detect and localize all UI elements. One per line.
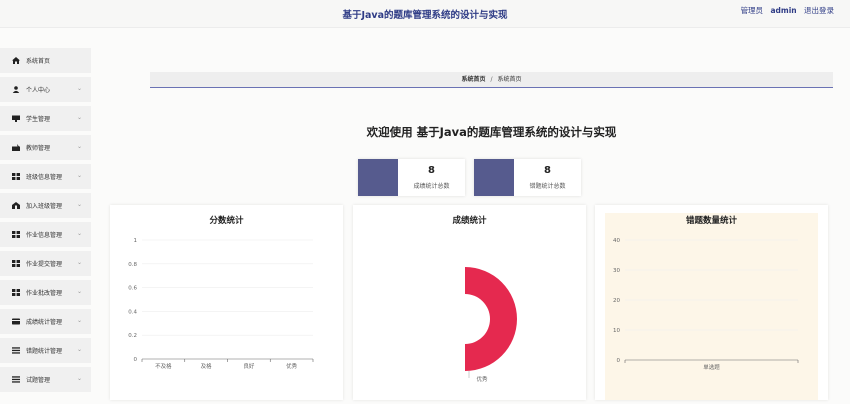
grade-pie-chart: 优秀 [465,267,517,383]
y-tick-label: 0.8 [128,262,137,268]
sidebar-item-label: 系统首页 [26,58,51,65]
stat-label: 成绩统计总数 [413,183,450,190]
chevron-down-icon[interactable]: ⌄ [77,172,82,179]
sidebar-item[interactable]: 加入班级管理 ⌄ [0,193,91,218]
y-tick-label: 30 [613,268,620,274]
chart-title: 错题数量统计 [685,216,737,226]
welcome-heading: 欢迎使用 基于Java的题库管理系统的设计与实现 [366,125,617,139]
chevron-down-icon[interactable]: ⌄ [77,346,82,353]
y-tick-label: 0.2 [128,333,137,339]
home-icon [12,57,20,64]
teacher-icon [12,144,20,151]
sidebar-item[interactable]: 作业信息管理 ⌄ [0,222,91,247]
stat-label: 错题统计总数 [529,183,566,190]
y-tick-label: 0 [134,357,138,363]
sidebar-item[interactable]: 班级信息管理 ⌄ [0,164,91,189]
sidebar-item-label: 加入班级管理 [26,203,63,210]
breadcrumb: 系统首页 / 系统首页 [150,72,833,88]
chevron-down-icon[interactable]: ⌄ [77,375,82,382]
sidebar-item[interactable]: 教师管理 ⌄ [0,135,91,160]
x-tick-label: 单选题 [703,363,720,371]
stat-color-block [474,159,514,196]
grid-icon [12,289,20,296]
stat-value: 8 [544,165,551,176]
sidebar-item-label: 错题统计管理 [26,348,63,355]
sidebar-item[interactable]: 学生管理 ⌄ [0,106,91,131]
x-tick-label: 不及格 [155,362,172,370]
username-label: admin [770,6,797,15]
score-bar-chart: 0 0.2 0.4 0.6 0.8 1 不及格 及格 良好 优秀 [128,238,314,370]
grid-icon [12,260,20,267]
sidebar-item-label: 试题管理 [26,377,51,384]
card-icon [12,318,20,325]
chevron-down-icon[interactable]: ⌄ [77,143,82,150]
grid-icon [12,173,20,180]
sidebar-item-label: 成绩统计管理 [26,319,63,326]
sidebar: 系统首页个人中心 ⌄ 学生管理 ⌄ 教师管理 ⌄ 班级信息管理 ⌄ 加入班级管理 ⌄ 作业信息管理 ⌄… [0,48,91,396]
y-tick-label: 0.4 [128,309,137,315]
sidebar-item[interactable]: 作业批改管理 ⌄ [0,280,91,305]
stat-card-wrong-total: 8 错题统计总数 [474,159,581,196]
sidebar-item[interactable]: 作业提交管理 ⌄ [0,251,91,276]
join-icon [12,202,20,209]
breadcrumb-current: 系统首页 [497,76,522,83]
grid-icon [12,231,20,238]
score-chart-card: 分数统计 0 0.2 0.4 0.6 0.8 1 不及格 及格 良好 优秀 [110,205,343,400]
student-icon [12,115,20,122]
sidebar-item[interactable]: 错题统计管理 ⌄ [0,338,91,363]
breadcrumb-separator: / [490,76,493,83]
sidebar-item-label: 作业提交管理 [26,261,63,268]
y-tick-label: 1 [134,238,138,244]
chevron-down-icon[interactable]: ⌄ [77,114,82,121]
user-area: 管理员 admin 退出登录 [736,5,834,16]
chevron-down-icon[interactable]: ⌄ [77,259,82,266]
sidebar-item[interactable]: 系统首页 [0,48,91,73]
chevron-down-icon[interactable]: ⌄ [77,201,82,208]
chevron-down-icon[interactable]: ⌄ [77,85,82,92]
sidebar-item-label: 作业信息管理 [26,232,63,239]
y-tick-label: 10 [613,328,620,334]
sidebar-item[interactable]: 个人中心 ⌄ [0,77,91,102]
chevron-down-icon[interactable]: ⌄ [77,230,82,237]
stat-value: 8 [428,165,435,176]
x-tick-label: 良好 [243,362,255,370]
stat-color-block [358,159,398,196]
slice-label: 优秀 [476,375,488,383]
page-title: 基于Java的题库管理系统的设计与实现 [342,10,508,21]
role-label: 管理员 [740,6,764,15]
user-icon [12,86,20,93]
sidebar-item-label: 学生管理 [26,116,51,123]
breadcrumb-home[interactable]: 系统首页 [461,76,485,83]
wrong-bar-chart: 0 10 20 30 40 单选题 [605,213,818,400]
chevron-down-icon[interactable]: ⌄ [77,288,82,295]
y-tick-label: 40 [613,238,620,244]
y-tick-label: 0 [617,358,621,364]
top-bar: 基于Java的题库管理系统的设计与实现 管理员 admin 退出登录 [0,0,850,28]
sidebar-item[interactable]: 试题管理 ⌄ [0,367,91,392]
chevron-down-icon[interactable]: ⌄ [77,317,82,324]
y-tick-label: 0.6 [128,286,137,292]
y-tick-label: 20 [613,298,620,304]
stat-card-score-total: 8 成绩统计总数 [358,159,465,196]
x-tick-label: 及格 [201,362,213,370]
sidebar-item-label: 作业批改管理 [26,290,63,297]
sidebar-item-label: 教师管理 [26,145,51,152]
grade-chart-card: 成绩统计 优秀 [353,205,586,400]
chart-background [605,213,818,400]
wrong-chart-card: 0 10 20 30 40 单选题 错题数量统计 [595,205,828,400]
logout-link[interactable]: 退出登录 [804,6,834,15]
sidebar-item-label: 班级信息管理 [26,174,63,181]
sidebar-item[interactable]: 成绩统计管理 ⌄ [0,309,91,334]
list-icon [12,347,20,354]
sidebar-item-label: 个人中心 [26,87,51,94]
pie-slice [465,267,517,371]
list-icon [12,376,20,383]
x-tick-label: 优秀 [286,362,298,370]
